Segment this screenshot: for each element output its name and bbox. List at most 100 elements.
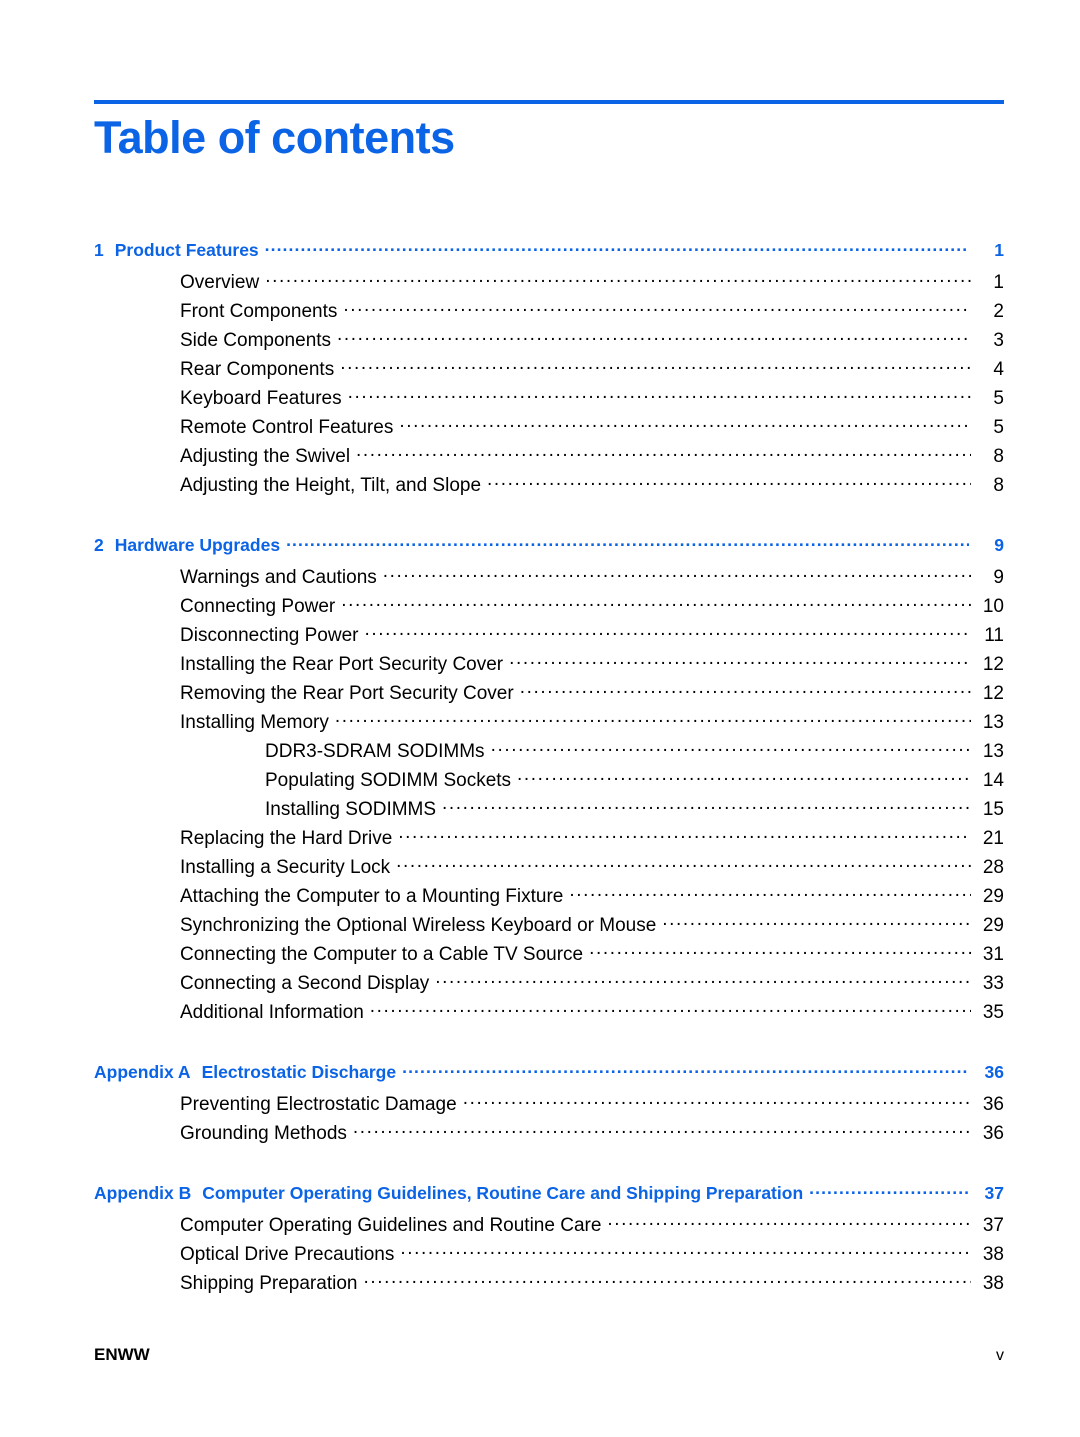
toc-entry-shipping-preparation[interactable]: Shipping Preparation 38 [94, 1270, 1004, 1299]
toc-chapter-label: Computer Operating Guidelines, Routine C… [202, 1182, 804, 1203]
toc-entry-page-number: 14 [982, 770, 1004, 791]
toc-entry-label: Adjusting the Swivel [180, 446, 351, 467]
page-header: Table of contents [94, 100, 1004, 164]
leader-dots [340, 356, 971, 375]
leader-dots [463, 1091, 971, 1110]
toc-entry-label: Optical Drive Precautions [180, 1244, 395, 1265]
toc-entry-page-number: 37 [982, 1215, 1004, 1236]
toc-entry-installing-the-rear-port-security-cover[interactable]: Installing the Rear Port Security Cover 1… [94, 651, 1004, 680]
toc-entry-label: Warnings and Cautions [180, 567, 377, 588]
toc-entry-remote-control-features[interactable]: Remote Control Features 5 [94, 414, 1004, 443]
toc-entry-label: Installing a Security Lock [180, 857, 391, 878]
toc-chapter-electrostatic-discharge[interactable]: Appendix A Electrostatic Discharge 36 [94, 1060, 1004, 1091]
toc-entry-page-number: 13 [982, 741, 1004, 762]
toc-group: Appendix B Computer Operating Guidelines,… [94, 1181, 1004, 1299]
toc-entry-connecting-power[interactable]: Connecting Power 10 [94, 593, 1004, 622]
toc-entry-connecting-the-computer-to-a-cable-tv-source[interactable]: Connecting the Computer to a Cable TV So… [94, 941, 1004, 970]
toc-chapter-number: 2 [94, 534, 104, 555]
toc-entry-page-number: 36 [982, 1123, 1004, 1144]
toc-entry-label: Grounding Methods [180, 1123, 347, 1144]
toc-entry-label: Computer Operating Guidelines and Routin… [180, 1215, 602, 1236]
toc-entry-page-number: 5 [993, 388, 1004, 409]
leader-dots [435, 970, 971, 989]
toc-entry-page-number: 33 [982, 973, 1004, 994]
toc-entry-page-number: 9 [993, 567, 1004, 588]
toc-entry-label: Overview [180, 272, 260, 293]
toc-entry-additional-information[interactable]: Additional Information 35 [94, 999, 1004, 1028]
toc-entry-installing-a-security-lock[interactable]: Installing a Security Lock 28 [94, 854, 1004, 883]
toc-chapter-page-number: 37 [984, 1182, 1004, 1203]
toc-entry-computer-operating-guidelines-and-routine-care[interactable]: Computer Operating Guidelines and Routin… [94, 1212, 1004, 1241]
toc-entry-keyboard-features[interactable]: Keyboard Features 5 [94, 385, 1004, 414]
toc-entry-ddr3-sdram-sodimms[interactable]: DDR3-SDRAM SODIMMs 13 [94, 738, 1004, 767]
leader-dots [265, 269, 971, 288]
table-of-contents: 1 Product Features 1 Overview 1 Front Compone… [94, 238, 1004, 1299]
leader-dots [383, 564, 971, 583]
leader-dots [337, 327, 971, 346]
toc-group: 1 Product Features 1 Overview 1 Front Compone… [94, 238, 1004, 501]
leader-dots [399, 414, 971, 433]
toc-entry-label: Connecting Power [180, 596, 336, 617]
leader-dots [400, 1241, 971, 1260]
toc-entry-connecting-a-second-display[interactable]: Connecting a Second Display 33 [94, 970, 1004, 999]
toc-entry-page-number: 36 [982, 1094, 1004, 1115]
leader-dots [487, 472, 971, 491]
toc-entry-page-number: 13 [982, 712, 1004, 733]
page-title: Table of contents [94, 112, 455, 163]
toc-chapter-page-number: 9 [994, 534, 1004, 555]
toc-chapter-label: Product Features [114, 239, 259, 260]
document-page: Table of contents 1Product Features1Over… [0, 0, 1080, 1437]
footer-page-number: v [996, 1347, 1004, 1364]
leader-dots [356, 443, 971, 462]
toc-entry-page-number: 21 [982, 828, 1004, 849]
leader-dots [509, 651, 971, 670]
toc-chapter-product-features[interactable]: 1 Product Features 1 [94, 238, 1004, 269]
toc-entry-page-number: 10 [982, 596, 1004, 617]
toc-entry-optical-drive-precautions[interactable]: Optical Drive Precautions 38 [94, 1241, 1004, 1270]
toc-entry-label: Installing SODIMMS [265, 799, 437, 820]
toc-entry-side-components[interactable]: Side Components 3 [94, 327, 1004, 356]
toc-entry-grounding-methods[interactable]: Grounding Methods 36 [94, 1120, 1004, 1149]
toc-entry-page-number: 11 [984, 625, 1004, 646]
toc-entry-warnings-and-cautions[interactable]: Warnings and Cautions 9 [94, 564, 1004, 593]
toc-entry-overview[interactable]: Overview 1 [94, 269, 1004, 298]
toc-entry-label: Synchronizing the Optional Wireless Keyb… [180, 915, 657, 936]
toc-chapter-number: Appendix A [94, 1061, 191, 1082]
leader-dots [364, 622, 971, 641]
toc-chapter-hardware-upgrades[interactable]: 2 Hardware Upgrades 9 [94, 533, 1004, 564]
toc-entry-replacing-the-hard-drive[interactable]: Replacing the Hard Drive 21 [94, 825, 1004, 854]
toc-entry-page-number: 1 [993, 272, 1004, 293]
leader-dots [341, 593, 971, 612]
leader-dots [402, 1060, 969, 1078]
toc-chapter-page-number: 1 [994, 239, 1004, 260]
toc-entry-page-number: 31 [982, 944, 1004, 965]
toc-entry-page-number: 28 [982, 857, 1004, 878]
leader-dots [517, 767, 971, 786]
leader-dots [520, 680, 971, 699]
toc-entry-adjusting-the-swivel[interactable]: Adjusting the Swivel 8 [94, 443, 1004, 472]
toc-entry-label: Attaching the Computer to a Mounting Fix… [180, 886, 564, 907]
toc-entry-populating-sodimm-sockets[interactable]: Populating SODIMM Sockets 14 [94, 767, 1004, 796]
toc-entry-disconnecting-power[interactable]: Disconnecting Power 11 [94, 622, 1004, 651]
toc-entry-preventing-electrostatic-damage[interactable]: Preventing Electrostatic Damage 36 [94, 1091, 1004, 1120]
toc-entry-installing-sodimms[interactable]: Installing SODIMMS 15 [94, 796, 1004, 825]
toc-entry-front-components[interactable]: Front Components 2 [94, 298, 1004, 327]
toc-entry-removing-the-rear-port-security-cover[interactable]: Removing the Rear Port Security Cover 12 [94, 680, 1004, 709]
leader-dots [343, 298, 971, 317]
toc-entry-label: Connecting the Computer to a Cable TV So… [180, 944, 584, 965]
toc-entry-page-number: 3 [993, 330, 1004, 351]
toc-entry-installing-memory[interactable]: Installing Memory 13 [94, 709, 1004, 738]
toc-entry-page-number: 38 [982, 1273, 1004, 1294]
leader-dots [442, 796, 971, 815]
toc-entry-synchronizing-the-optional-wireless-keyboard-or-[interactable]: Synchronizing the Optional Wireless Keyb… [94, 912, 1004, 941]
toc-entry-label: Removing the Rear Port Security Cover [180, 683, 514, 704]
toc-entry-attaching-the-computer-to-a-mounting-fixture[interactable]: Attaching the Computer to a Mounting Fix… [94, 883, 1004, 912]
toc-entry-page-number: 15 [982, 799, 1004, 820]
toc-entry-label: DDR3-SDRAM SODIMMs [265, 741, 485, 762]
leader-dots [335, 709, 971, 728]
toc-entry-adjusting-the-height-tilt-and-slope[interactable]: Adjusting the Height, Tilt, and Slope 8 [94, 472, 1004, 501]
toc-chapter-computer-operating-guidelines-routine-care-and-s[interactable]: Appendix B Computer Operating Guidelines,… [94, 1181, 1004, 1212]
toc-entry-rear-components[interactable]: Rear Components 4 [94, 356, 1004, 385]
leader-dots [809, 1181, 969, 1199]
toc-entry-label: Front Components [180, 301, 338, 322]
